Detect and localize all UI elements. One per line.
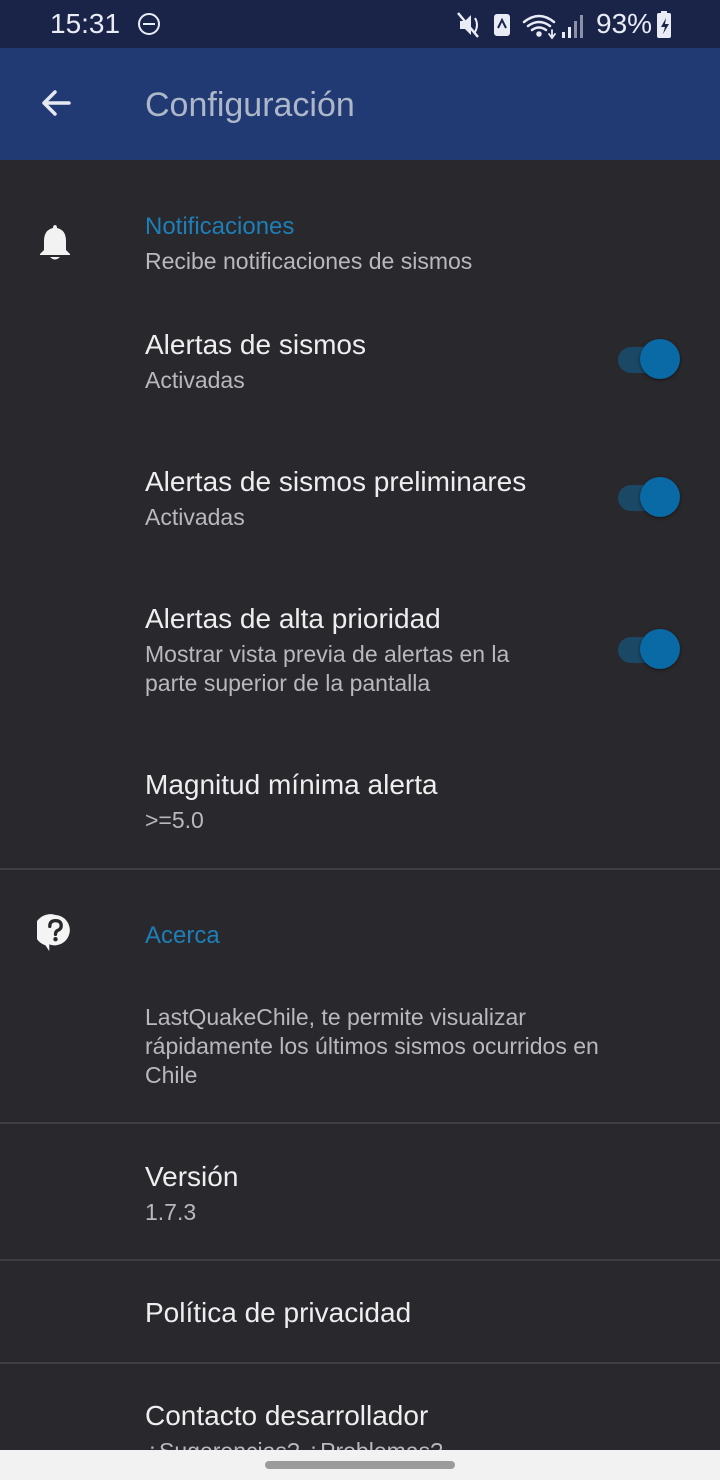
setting-title: Alertas de sismos: [145, 329, 366, 360]
divider: [0, 1362, 720, 1364]
nfc-icon: [494, 14, 510, 36]
toggle-thumb: [640, 477, 680, 517]
setting-title: Alertas de alta prioridad: [145, 603, 441, 634]
setting-summary: Activadas: [145, 367, 245, 393]
settings-list-bottom: Versión 1.7.3 Política de privacidad Con…: [0, 1160, 720, 1450]
wifi-icon: [522, 14, 556, 40]
notifications-category: Notificaciones Recibe notificaciones de …: [145, 213, 472, 276]
setting-title: Alertas de sismos preliminares: [145, 466, 527, 497]
app-bar: Configuración: [0, 48, 720, 160]
category-summary: Recibe notificaciones de sismos: [145, 248, 473, 274]
setting-title: Contacto desarrollador: [145, 1400, 429, 1431]
status-bar: 15:31 93%: [0, 0, 720, 48]
setting-summary-line1: Mostrar vista previa de alertas en la: [145, 641, 510, 667]
toggle-thumb: [640, 629, 680, 669]
setting-min-magnitude[interactable]: Magnitud mínima alerta >=5.0: [145, 768, 438, 835]
setting-version[interactable]: Versión 1.7.3: [145, 1160, 238, 1227]
home-handle[interactable]: [265, 1461, 455, 1469]
battery-charging-icon: [657, 11, 671, 38]
navigation-bar: [0, 1450, 720, 1480]
divider: [0, 868, 720, 870]
setting-summary: ¿Sugerencias? ¿Problemas?: [145, 1437, 443, 1450]
battery-percent: 93%: [596, 8, 653, 39]
signal-icon: [562, 15, 583, 38]
description-line3: Chile: [145, 1062, 198, 1088]
setting-summary: 1.7.3: [145, 1199, 197, 1225]
earthquake-alerts-toggle[interactable]: [614, 337, 682, 381]
setting-summary: Activadas: [145, 504, 245, 530]
setting-title: Versión: [145, 1161, 239, 1192]
toggle-thumb: [640, 339, 680, 379]
mute-icon: [457, 12, 479, 38]
description-line1: LastQuakeChile, te permite visualizar: [145, 1004, 526, 1030]
status-time: 15:31: [50, 8, 121, 39]
category-title: Notificaciones: [145, 213, 295, 240]
description-line2: rápidamente los últimos sismos ocurridos…: [145, 1033, 599, 1059]
about-description: LastQuakeChile, te permite visualizar rá…: [145, 1003, 599, 1090]
help-icon: [37, 914, 70, 952]
setting-summary: >=5.0: [145, 807, 204, 833]
arrow-back-icon[interactable]: [36, 83, 76, 123]
bell-icon: [40, 225, 70, 260]
setting-developer-contact[interactable]: Contacto desarrollador ¿Sugerencias? ¿Pr…: [145, 1399, 443, 1450]
page-title: Configuración: [145, 86, 355, 124]
setting-preliminary-alerts[interactable]: Alertas de sismos preliminares Activadas: [145, 465, 526, 532]
dnd-icon: [138, 13, 160, 35]
setting-earthquake-alerts[interactable]: Alertas de sismos Activadas: [145, 328, 366, 395]
divider: [0, 1259, 720, 1261]
setting-title: Política de privacidad: [145, 1297, 412, 1328]
setting-high-priority-alerts[interactable]: Alertas de alta prioridad Mostrar vista …: [145, 602, 509, 698]
high-priority-alerts-toggle[interactable]: [614, 627, 682, 671]
preliminary-alerts-toggle[interactable]: [614, 475, 682, 519]
divider: [0, 1122, 720, 1124]
setting-title: Magnitud mínima alerta: [145, 769, 438, 800]
setting-summary-line2: parte superior de la pantalla: [145, 670, 431, 696]
about-category: Acerca: [145, 922, 220, 950]
setting-privacy-policy[interactable]: Política de privacidad: [145, 1296, 411, 1330]
category-title: Acerca: [145, 922, 220, 949]
